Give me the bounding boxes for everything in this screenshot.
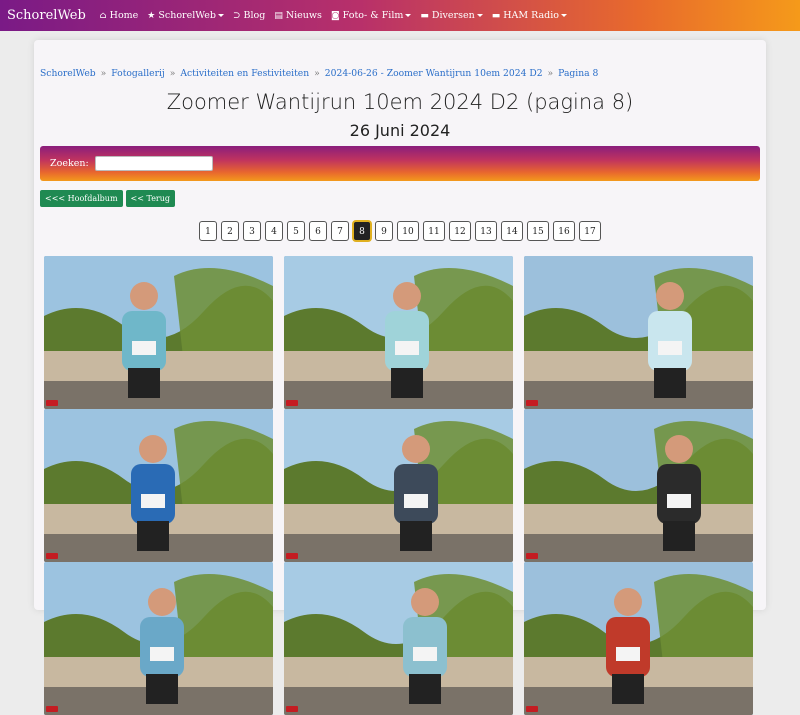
search-label: Zoeken: <box>50 158 89 169</box>
page-link[interactable]: 15 <box>527 221 549 241</box>
page-link[interactable]: 10 <box>397 221 419 241</box>
page-link[interactable]: 2 <box>221 221 239 241</box>
breadcrumb-separator: » <box>169 68 176 79</box>
page-link[interactable]: 12 <box>449 221 471 241</box>
photo-badge <box>46 400 58 406</box>
nav-item-foto-film[interactable]: ◙ Foto- & Film <box>330 10 412 21</box>
breadcrumb-link[interactable]: Pagina 8 <box>558 68 598 79</box>
page-link[interactable]: 11 <box>423 221 445 241</box>
photo-badge <box>46 706 58 712</box>
runner-photo <box>524 256 753 409</box>
breadcrumb-separator: » <box>314 68 320 79</box>
page-link[interactable]: 5 <box>287 221 305 241</box>
folder-icon: ▬ <box>491 10 501 21</box>
runner-photo <box>44 256 273 409</box>
camera-icon: ◙ <box>330 10 340 21</box>
breadcrumb-link[interactable]: Activiteiten en Festiviteiten <box>180 68 309 79</box>
search-input[interactable] <box>94 156 213 171</box>
photo-thumbnail[interactable] <box>524 409 753 562</box>
nav-item-schorelweb[interactable]: ★ SchorelWeb <box>147 10 224 21</box>
nav-item-blog[interactable]: ⊃ Blog <box>233 10 265 21</box>
nav-item-label: Blog <box>243 10 266 21</box>
nav-item-label: Foto- & Film <box>342 10 404 21</box>
page-link[interactable]: 6 <box>309 221 327 241</box>
page-title: Zoomer Wantijrun 10em 2024 D2 (pagina 8) <box>166 90 634 114</box>
photo-thumbnail[interactable] <box>44 562 273 715</box>
album-nav-buttons: <<< Hoofdalbum << Terug <box>40 190 178 207</box>
photo-badge <box>526 553 538 559</box>
photo-badge <box>286 553 298 559</box>
brand-link[interactable]: SchorelWeb <box>7 8 86 23</box>
nav-item-label: Diversen <box>431 10 475 21</box>
folder-icon: ▬ <box>420 10 429 21</box>
runner-photo <box>524 409 753 562</box>
runner-photo <box>44 562 273 715</box>
nav-item-label: Nieuws <box>285 10 322 21</box>
photo-thumbnail[interactable] <box>524 256 753 409</box>
photo-thumbnail[interactable] <box>284 409 513 562</box>
page-link[interactable]: 16 <box>553 221 575 241</box>
breadcrumb-separator: » <box>100 68 107 79</box>
runner-photo <box>284 256 513 409</box>
photo-badge <box>286 706 298 712</box>
caret-down-icon <box>476 14 483 17</box>
photo-thumbnail[interactable] <box>44 256 273 409</box>
photo-thumbnail[interactable] <box>284 562 513 715</box>
rss-icon: ⊃ <box>232 10 241 21</box>
caret-down-icon <box>561 14 568 17</box>
nav-menu: ⌂ Home ★ SchorelWeb ⊃ Blog ▤ Nieuws ◙ Foto- & Fil… <box>100 10 576 21</box>
breadcrumb-link[interactable]: 2024-06-26 - Zoomer Wantijrun 10em 2024 … <box>325 68 543 79</box>
search-bar: Zoeken: <box>40 146 760 181</box>
photo-badge <box>526 706 538 712</box>
newspaper-icon: ▤ <box>274 10 283 21</box>
nav-item-nieuws[interactable]: ▤ Nieuws <box>274 10 322 21</box>
page-link-current[interactable]: 8 <box>353 221 371 241</box>
photo-badge <box>46 553 58 559</box>
photo-badge <box>526 400 538 406</box>
breadcrumb-separator: » <box>547 68 554 79</box>
breadcrumb-link[interactable]: SchorelWeb <box>40 68 96 79</box>
star-icon: ★ <box>147 10 156 21</box>
page-link[interactable]: 1 <box>199 221 217 241</box>
breadcrumb: SchorelWeb » Fotogallerij » Activiteiten en … <box>40 68 598 79</box>
main-album-button[interactable]: <<< Hoofdalbum <box>40 190 123 207</box>
page-link[interactable]: 14 <box>501 221 523 241</box>
photo-thumbnail[interactable] <box>44 409 273 562</box>
home-icon: ⌂ <box>99 10 107 21</box>
page-link[interactable]: 9 <box>375 221 393 241</box>
nav-item-label: SchorelWeb <box>158 10 216 21</box>
nav-item-label: Home <box>109 10 139 21</box>
nav-item-diversen[interactable]: ▬ Diversen <box>420 10 483 21</box>
page-date: 26 Juni 2024 <box>349 121 451 140</box>
runner-photo <box>524 562 753 715</box>
runner-photo <box>44 409 273 562</box>
top-navbar: SchorelWeb ⌂ Home ★ SchorelWeb ⊃ Blog ▤ Nieuws ◙… <box>0 0 800 31</box>
page-link[interactable]: 3 <box>243 221 261 241</box>
page-link[interactable]: 7 <box>331 221 349 241</box>
nav-item-label: HAM Radio <box>503 10 560 21</box>
back-button[interactable]: << Terug <box>125 190 176 207</box>
runner-photo <box>284 562 513 715</box>
page-link[interactable]: 17 <box>579 221 601 241</box>
photo-thumbnail[interactable] <box>524 562 753 715</box>
caret-down-icon <box>217 14 224 17</box>
page-link[interactable]: 4 <box>265 221 283 241</box>
breadcrumb-link[interactable]: Fotogallerij <box>111 68 164 79</box>
page-link[interactable]: 13 <box>475 221 497 241</box>
nav-item-home[interactable]: ⌂ Home <box>100 10 139 21</box>
photo-thumbnail[interactable] <box>284 256 513 409</box>
pagination: 1 2 3 4 5 6 7 8 9 10 11 12 13 14 15 16 17 <box>34 221 766 241</box>
caret-down-icon <box>405 14 412 17</box>
photo-badge <box>286 400 298 406</box>
nav-item-ham-radio[interactable]: ▬ HAM Radio <box>491 10 568 21</box>
runner-photo <box>284 409 513 562</box>
